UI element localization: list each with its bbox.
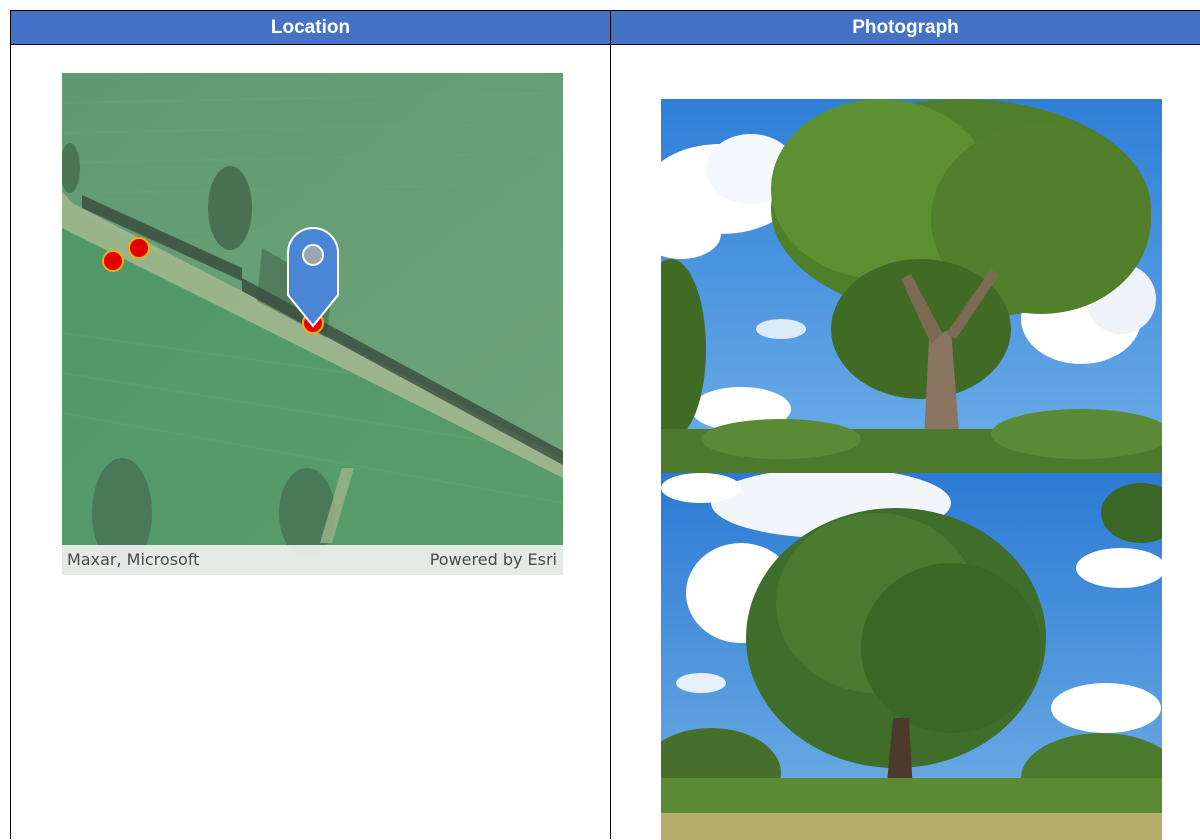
attribution-maxar: Maxar, Microsoft [67, 545, 199, 575]
location-cell: Maxar, Microsoft Powered by Esri [11, 45, 611, 840]
photograph-cell [611, 45, 1200, 840]
map-point[interactable] [103, 251, 123, 271]
satellite-imagery [62, 73, 563, 575]
map-attribution: Maxar, Microsoft Powered by Esri [62, 545, 563, 575]
tree-photo-1 [661, 99, 1162, 473]
header-photograph: Photograph [611, 11, 1200, 45]
map-point[interactable] [129, 238, 149, 258]
header-location: Location [11, 11, 611, 45]
attribution-esri[interactable]: Powered by Esri [430, 545, 557, 575]
tree-photo-2 [661, 473, 1162, 840]
location-map[interactable]: Maxar, Microsoft Powered by Esri [62, 73, 563, 575]
location-photograph-table: Location Photograph [10, 10, 1200, 839]
